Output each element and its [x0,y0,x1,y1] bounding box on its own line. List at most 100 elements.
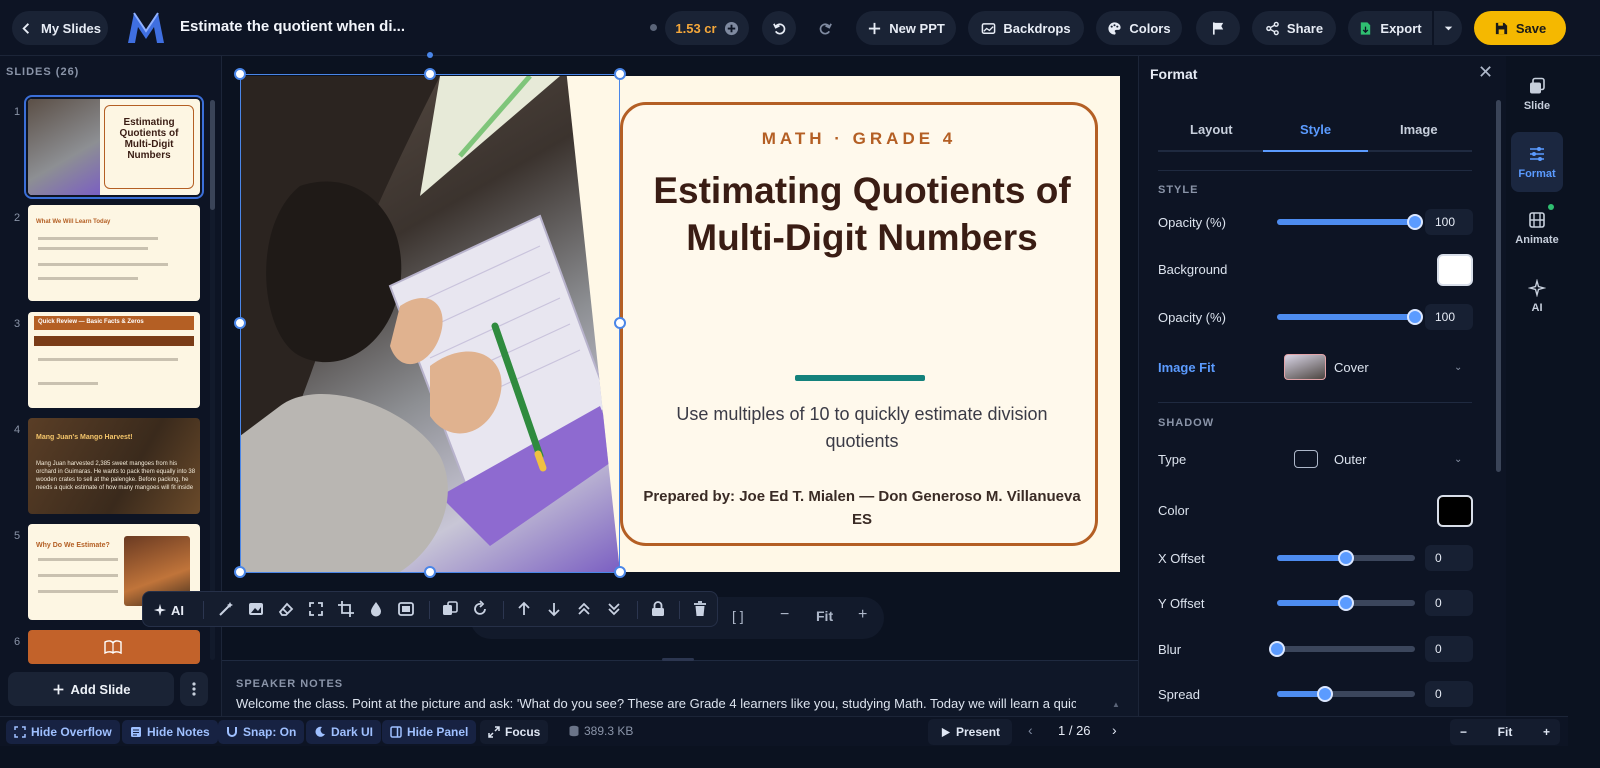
background-opacity-slider[interactable] [1277,309,1423,325]
resize-handle-w[interactable] [234,317,246,329]
background-color-swatch[interactable] [1437,254,1473,286]
chevron-down-icon[interactable]: ⌄ [1454,454,1462,465]
resize-handle-nw[interactable] [234,68,246,80]
share-button[interactable]: Share [1252,11,1336,45]
image-fit-preview[interactable] [1284,354,1326,380]
crop-button[interactable] [337,600,355,618]
tab-image[interactable]: Image [1400,122,1438,137]
rail-slide-button[interactable]: Slide [1511,64,1563,124]
shadow-type-value[interactable]: Outer [1334,452,1367,467]
blur-slider[interactable] [1269,641,1415,657]
rail-animate-button[interactable]: Animate [1511,198,1563,258]
snap-toggle-button[interactable]: Snap: On [218,720,305,744]
opacity-value[interactable]: 100 [1425,209,1473,235]
focus-button[interactable]: Focus [480,720,549,744]
shadow-color-swatch[interactable] [1437,495,1473,527]
thumbnails-scrollbar-thumb[interactable] [210,100,215,210]
slide-eyebrow[interactable]: MATH · GRADE 4 [623,129,1095,149]
color-fill-button[interactable] [367,600,385,618]
slide-thumbnail-6[interactable] [28,630,200,664]
media-button[interactable] [397,600,415,618]
image-fit-value[interactable]: Cover [1334,360,1369,375]
back-button[interactable]: My Slides [12,11,108,45]
footer-zoom-out-button[interactable]: − [1460,725,1467,739]
save-button[interactable]: Save [1474,11,1566,45]
x-offset-slider[interactable] [1277,550,1415,566]
backdrops-button[interactable]: Backdrops [968,11,1084,45]
chevron-down-icon[interactable]: ⌄ [1454,362,1462,373]
notes-resize-handle[interactable] [662,658,694,661]
flag-button[interactable] [1196,11,1240,45]
ai-edit-button[interactable]: AI [153,598,184,622]
rail-ai-button[interactable]: AI [1511,266,1563,326]
notes-scroll-up-icon[interactable]: ▲ [1112,700,1120,709]
undo-button[interactable] [762,11,796,45]
move-backward-button[interactable] [545,600,563,618]
slide-subtitle[interactable]: Use multiples of 10 to quickly estimate … [653,401,1071,455]
move-forward-button[interactable] [515,600,533,618]
spread-value[interactable]: 0 [1425,681,1473,707]
resize-handle-ne[interactable] [614,68,626,80]
prev-slide-button[interactable]: ‹ [1028,722,1033,738]
shadow-type-preview-icon[interactable] [1294,450,1318,468]
present-button[interactable]: Present [928,719,1013,745]
zoom-out-button[interactable]: − [780,606,789,624]
eraser-button[interactable] [277,600,295,618]
resize-handle-sw[interactable] [234,566,246,578]
duplicate-button[interactable] [441,600,459,618]
slide-thumbnail-2[interactable]: What We Will Learn Today [28,205,200,301]
opacity-slider[interactable] [1277,214,1423,230]
tab-style[interactable]: Style [1300,122,1331,137]
title-card[interactable]: MATH · GRADE 4 Estimating Quotients of M… [620,102,1098,546]
slide-title[interactable]: Estimating Quotients of Multi-Digit Numb… [643,167,1081,261]
close-icon[interactable]: ✕ [1478,62,1493,83]
dark-ui-button[interactable]: Dark UI [306,720,382,744]
hide-notes-button[interactable]: Hide Notes [122,720,218,744]
footer-zoom-controls[interactable]: − Fit + [1450,719,1560,745]
footer-zoom-in-button[interactable]: + [1543,725,1550,739]
colors-button[interactable]: Colors [1096,11,1182,45]
blur-value[interactable]: 0 [1425,636,1473,662]
slide-thumbnail-3[interactable]: Quick Review — Basic Facts & Zeros [28,312,200,408]
slide-thumbnail-1[interactable]: Estimating Quotients of Multi-Digit Numb… [24,95,204,199]
magic-wand-button[interactable] [217,600,235,618]
format-panel-scrollbar[interactable] [1496,100,1501,472]
y-offset-slider[interactable] [1277,595,1415,611]
send-to-back-button[interactable] [605,600,623,618]
resize-handle-e[interactable] [614,317,626,329]
new-ppt-button[interactable]: New PPT [856,11,956,45]
redo-button[interactable] [808,11,842,45]
background-opacity-value[interactable]: 100 [1425,304,1473,330]
document-title[interactable]: Estimate the quotient when di... [180,18,405,35]
zoom-in-button[interactable]: + [858,606,867,624]
bring-to-front-button[interactable] [575,600,593,618]
rotate-handle[interactable] [427,52,433,58]
y-offset-value[interactable]: 0 [1425,590,1473,616]
fit-width-icon[interactable]: [ ] [732,608,744,624]
hide-overflow-button[interactable]: Hide Overflow [6,720,120,744]
credits-badge[interactable]: 1.53 cr [665,11,749,45]
next-slide-button[interactable]: › [1112,722,1117,738]
x-offset-value[interactable]: 0 [1425,545,1473,571]
speaker-notes-text[interactable]: Welcome the class. Point at the picture … [236,696,1076,711]
zoom-fit-label[interactable]: Fit [816,608,833,624]
slide-author[interactable]: Prepared by: Joe Ed T. Mialen — Don Gene… [643,485,1081,531]
expand-button[interactable] [307,600,325,618]
spread-slider[interactable] [1277,686,1415,702]
replace-image-button[interactable] [247,600,265,618]
resize-handle-n[interactable] [424,68,436,80]
resize-handle-s[interactable] [424,566,436,578]
slide-thumbnail-4[interactable]: Mang Juan's Mango Harvest! Mang Juan har… [28,418,200,514]
export-button[interactable]: Export [1348,11,1432,45]
rail-format-button[interactable]: Format [1511,132,1563,192]
resize-handle-se[interactable] [614,566,626,578]
delete-button[interactable] [691,600,709,618]
slide-options-button[interactable] [180,672,208,706]
hide-panel-button[interactable]: Hide Panel [382,720,477,744]
lock-button[interactable] [649,600,667,618]
add-slide-button[interactable]: Add Slide [8,672,174,706]
image-icon [249,603,263,615]
rotate-button[interactable] [471,600,489,618]
tab-layout[interactable]: Layout [1190,122,1233,137]
credits-value: 1.53 cr [675,20,717,36]
